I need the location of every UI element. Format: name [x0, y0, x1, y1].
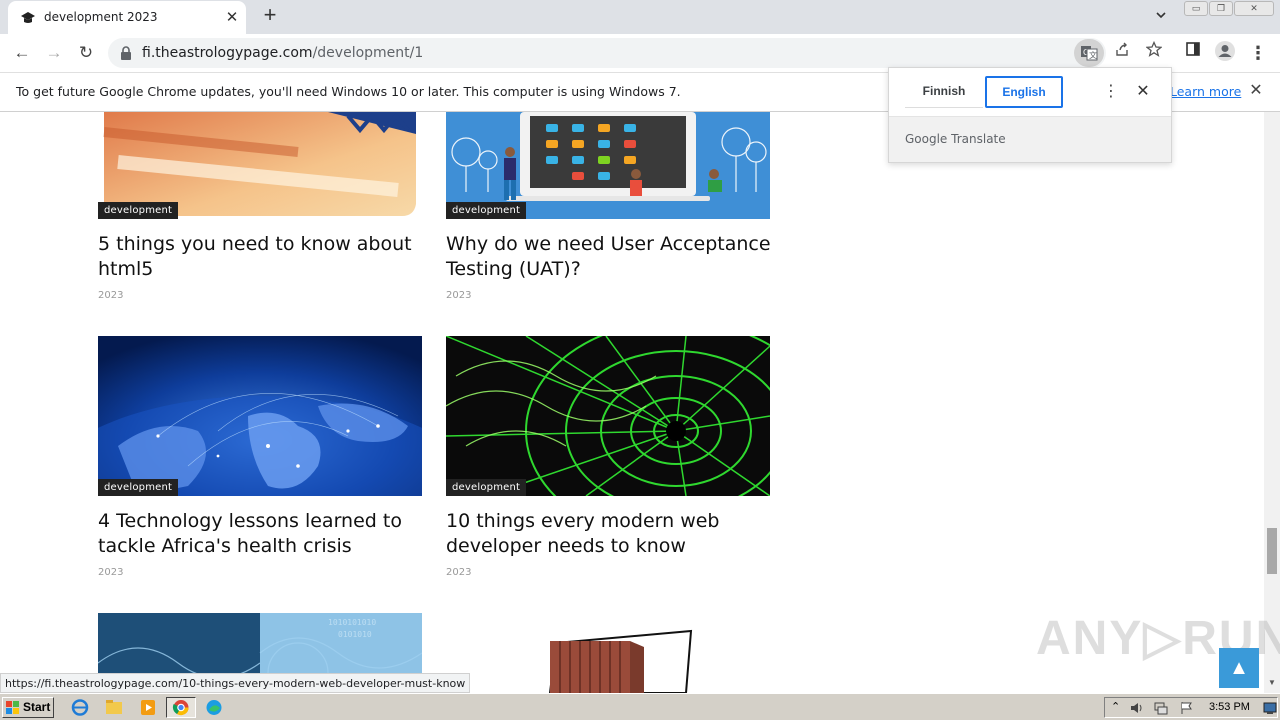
taskbar-clock[interactable]: 3:53 PM [1209, 701, 1250, 713]
volume-icon[interactable] [1129, 701, 1145, 715]
share-icon[interactable] [1110, 41, 1134, 65]
brand-google: Google [905, 132, 948, 146]
edge-icon[interactable] [202, 697, 226, 718]
network-icon[interactable] [1153, 701, 1169, 715]
article-year: 2023 [98, 290, 124, 301]
back-to-top-button[interactable]: ▲ [1219, 648, 1259, 688]
tab-active[interactable]: development 2023 ✕ [8, 1, 246, 34]
article-title[interactable]: 4 Technology lessons learned to tackle A… [98, 509, 428, 559]
url-text[interactable]: fi.theastrologypage.com/development/1 [142, 45, 423, 61]
tray-expand-icon[interactable]: ⌃ [1111, 700, 1120, 713]
scrollbar-thumb[interactable] [1267, 528, 1277, 574]
file-explorer-icon[interactable] [102, 697, 126, 718]
article-year: 2023 [446, 290, 472, 301]
start-label: Start [23, 700, 51, 714]
windows-logo-icon [6, 701, 19, 714]
page-content: development 5 things you need to know ab… [0, 112, 1264, 693]
infobar-close-icon[interactable]: ✕ [1246, 81, 1266, 101]
translate-bubble: Finnish English ⋮ ✕ Google Translate [888, 67, 1172, 163]
window-close-button[interactable]: ✕ [1234, 1, 1274, 16]
url-path: /development/1 [312, 45, 424, 61]
article-year: 2023 [446, 567, 472, 578]
restore-button[interactable]: ❐ [1209, 1, 1233, 16]
brand-translate: Translate [947, 132, 1006, 146]
article-image-container[interactable] [446, 613, 770, 693]
forward-button[interactable]: → [42, 41, 66, 65]
side-panel-icon[interactable] [1180, 40, 1206, 66]
address-bar[interactable]: fi.theastrologypage.com/development/1 G … [108, 38, 1163, 68]
lock-icon[interactable] [120, 46, 132, 60]
category-badge[interactable]: development [98, 479, 179, 496]
article-image-binary-tunnel[interactable] [446, 336, 770, 496]
category-badge[interactable]: development [98, 202, 179, 219]
article-title[interactable]: Why do we need User Acceptance Testing (… [446, 232, 776, 282]
article-title[interactable]: 5 things you need to know about html5 [98, 232, 428, 282]
svg-text:文: 文 [1089, 50, 1097, 60]
svg-text:0101010: 0101010 [338, 630, 372, 639]
article-image-world-map[interactable] [98, 336, 422, 496]
tab-strip: development 2023 ✕ + ▭ ❐ ✕ [0, 0, 1280, 34]
category-badge[interactable]: development [446, 479, 527, 496]
category-badge[interactable]: development [446, 202, 527, 219]
windows-taskbar: Start ⌃ 3:53 PM [0, 693, 1280, 720]
media-player-icon[interactable] [136, 697, 160, 718]
google-translate-brand: Google Translate [905, 132, 1006, 146]
status-url-bubble: https://fi.theastrologypage.com/10-thing… [0, 673, 471, 693]
url-domain: fi.theastrologypage.com [142, 45, 313, 61]
show-desktop-icon[interactable] [1263, 701, 1277, 715]
start-button[interactable]: Start [2, 697, 54, 718]
reload-button[interactable]: ↻ [74, 41, 98, 65]
bookmark-star-icon[interactable] [1142, 40, 1166, 65]
graduation-cap-icon [21, 12, 35, 23]
article-title[interactable]: 10 things every modern web developer nee… [446, 509, 776, 559]
scroll-down-arrow-icon[interactable]: ▼ [1267, 676, 1277, 690]
translate-footer: Google Translate [889, 116, 1171, 162]
internet-explorer-icon[interactable] [68, 697, 92, 718]
tab-close-icon[interactable]: ✕ [222, 8, 242, 28]
tab-target-language[interactable]: English [985, 76, 1063, 108]
svg-text:1010101010: 1010101010 [328, 618, 376, 627]
tab-title: development 2023 [44, 10, 158, 24]
translate-icon[interactable]: G 文 [1074, 39, 1104, 67]
chrome-menu-icon[interactable]: ⋮ [1245, 40, 1271, 66]
system-tray: ⌃ 3:53 PM [1104, 697, 1278, 718]
article-year: 2023 [98, 567, 124, 578]
minimize-button[interactable]: ▭ [1184, 1, 1208, 16]
infobar-message: To get future Google Chrome updates, you… [16, 84, 681, 99]
learn-more-link[interactable]: Learn more [1170, 84, 1241, 99]
tab-source-language[interactable]: Finnish [905, 76, 983, 108]
translate-close-icon[interactable]: ✕ [1133, 80, 1153, 104]
profile-avatar-icon[interactable] [1212, 40, 1238, 66]
page-scrollbar[interactable]: ▼ [1264, 112, 1280, 693]
back-button[interactable]: ← [10, 41, 34, 65]
chrome-taskbar-icon[interactable] [166, 697, 196, 718]
tab-search-chevron-icon[interactable] [1150, 6, 1172, 28]
translate-options-icon[interactable]: ⋮ [1101, 80, 1121, 104]
new-tab-button[interactable]: + [258, 4, 282, 28]
action-center-flag-icon[interactable] [1179, 701, 1195, 715]
